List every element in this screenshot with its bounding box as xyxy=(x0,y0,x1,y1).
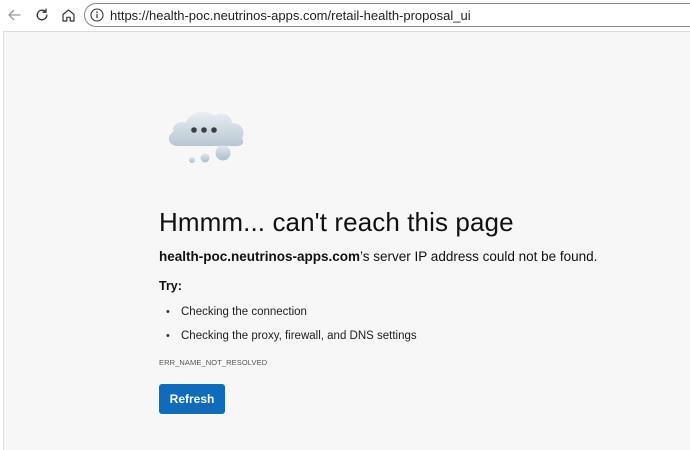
back-arrow-icon xyxy=(8,9,21,21)
message-suffix: ’s server IP address could not be found. xyxy=(360,249,598,264)
try-label: Try: xyxy=(159,279,182,293)
site-info-icon[interactable] xyxy=(90,8,104,22)
home-icon xyxy=(61,8,75,22)
error-code: ERR_NAME_NOT_RESOLVED xyxy=(159,358,268,367)
address-bar[interactable]: https://health-poc.neutrinos-apps.com/re… xyxy=(84,3,690,27)
error-title: Hmmm... can't reach this page xyxy=(159,207,514,237)
error-message: health-poc.neutrinos-apps.com’s server I… xyxy=(159,249,597,264)
suggestion-list: Checking the connection Checking the pro… xyxy=(166,304,417,352)
reload-button[interactable] xyxy=(31,4,53,26)
back-button[interactable] xyxy=(3,4,25,26)
error-page xyxy=(3,31,690,450)
url-text[interactable]: https://health-poc.neutrinos-apps.com/re… xyxy=(110,8,471,23)
reload-icon xyxy=(36,8,48,21)
suggestion-item: Checking the connection xyxy=(166,304,417,328)
browser-toolbar: https://health-poc.neutrinos-apps.com/re… xyxy=(0,0,690,30)
refresh-button[interactable]: Refresh xyxy=(159,384,225,414)
home-button[interactable] xyxy=(57,4,79,26)
cloud-icon xyxy=(168,111,244,163)
host-name: health-poc.neutrinos-apps.com xyxy=(159,249,361,264)
suggestion-item: Checking the proxy, firewall, and DNS se… xyxy=(166,328,417,352)
